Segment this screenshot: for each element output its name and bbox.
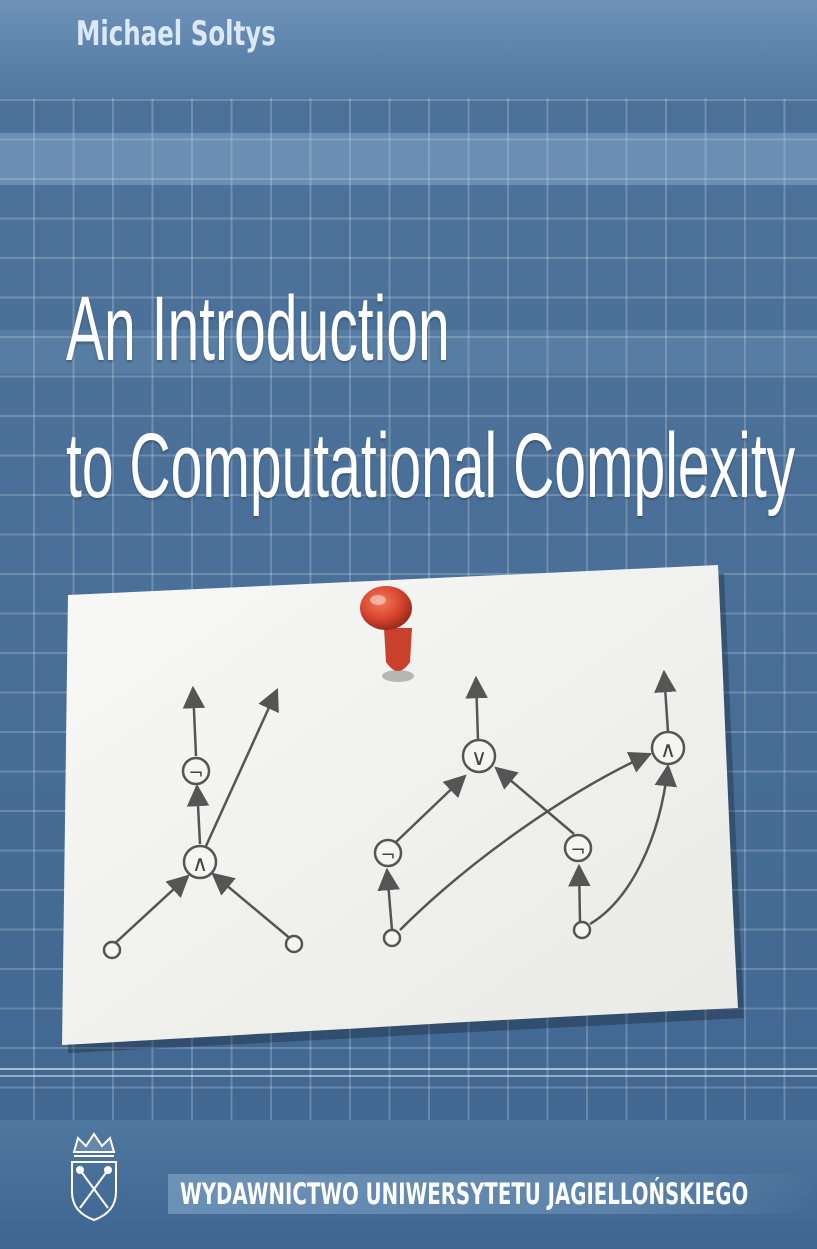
not-gate-label: ¬ xyxy=(380,845,395,866)
or-gate-label: ∨ xyxy=(471,746,487,771)
university-crest-icon xyxy=(71,1132,117,1222)
book-title-line-2: to Computational Complexity xyxy=(66,415,796,517)
input-node xyxy=(572,920,592,940)
not-gate-label: ¬ xyxy=(188,763,203,784)
input-node xyxy=(382,928,402,948)
light-stripe xyxy=(0,133,817,185)
publisher-name: WYDAWNICTWO UNIWERSYTETU JAGIELLOŃSKIEGO xyxy=(180,1177,749,1211)
author-name: Michael Soltys xyxy=(76,14,276,54)
circuit-edge xyxy=(568,863,591,923)
book-cover: Michael Soltys An Introduction to Comput… xyxy=(0,0,817,1249)
and-gate-label: ∧ xyxy=(660,738,676,763)
book-title-line-1: An Introduction xyxy=(66,278,450,380)
not-gate-label: ¬ xyxy=(570,840,585,861)
pinned-note-illustration: ∧ ¬ ¬ ∨ ¬ ∧ xyxy=(62,565,744,1053)
and-gate-label: ∧ xyxy=(192,852,208,877)
input-node xyxy=(284,934,304,954)
input-node xyxy=(102,940,122,960)
stripe-lines xyxy=(0,1068,817,1084)
